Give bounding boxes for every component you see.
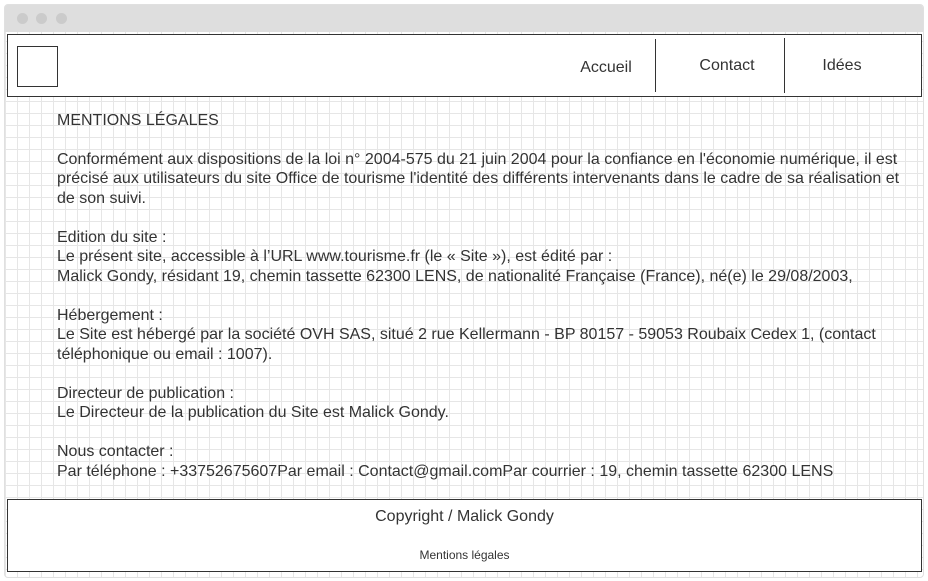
legal-notice-link[interactable]: Mentions légales xyxy=(8,548,921,562)
nav-link-contact[interactable]: Contact xyxy=(677,35,777,96)
contact-text: Par téléphone : +33752675607Par email : … xyxy=(57,462,834,480)
window-titlebar xyxy=(5,5,923,32)
window-maximize-dot-icon[interactable] xyxy=(56,13,67,24)
hosting-text: Le Site est hébergé par la société OVH S… xyxy=(57,326,876,363)
publisher-heading: Directeur de publication : xyxy=(57,384,234,402)
nav-link-idees[interactable]: Idées xyxy=(792,35,892,96)
contact-heading: Nous contacter : xyxy=(57,443,174,460)
edition-line-editor: Malick Gondy, résidant 19, chemin tasset… xyxy=(57,267,853,285)
page-title: MENTIONS LÉGALES xyxy=(57,112,219,129)
nav-link-accueil[interactable]: Accueil xyxy=(556,37,656,98)
window-close-dot-icon[interactable] xyxy=(17,13,28,24)
nav-separator xyxy=(784,38,785,93)
hosting-heading: Hébergement : xyxy=(57,306,163,324)
site-header: Accueil Contact Idées xyxy=(7,34,922,97)
intro-paragraph: Conformément aux dispositions de la loi … xyxy=(57,150,900,207)
copyright-text: Copyright / Malick Gondy xyxy=(375,508,554,525)
window-minimize-dot-icon[interactable] xyxy=(36,13,47,24)
site-footer: Copyright / Malick Gondy Mentions légale… xyxy=(7,499,922,572)
nav-separator xyxy=(655,39,656,92)
publisher-section: Directeur de publication : Le Directeur … xyxy=(57,384,917,423)
browser-window: Accueil Contact Idées MENTIONS LÉGALES C… xyxy=(4,4,924,578)
logo-placeholder[interactable] xyxy=(17,46,58,87)
edition-section: Edition du site : Le présent site, acces… xyxy=(57,228,917,287)
hosting-section: Hébergement : Le Site est hébergé par la… xyxy=(57,306,917,365)
legal-content: MENTIONS LÉGALES Conformément aux dispos… xyxy=(57,111,917,481)
edition-line-url: Le présent site, accessible à l’URL www.… xyxy=(57,248,613,265)
contact-section: Nous contacter : Par téléphone : +337526… xyxy=(57,442,917,481)
edition-heading: Edition du site : xyxy=(57,228,167,246)
publisher-text: Le Directeur de la publication du Site e… xyxy=(57,404,449,421)
